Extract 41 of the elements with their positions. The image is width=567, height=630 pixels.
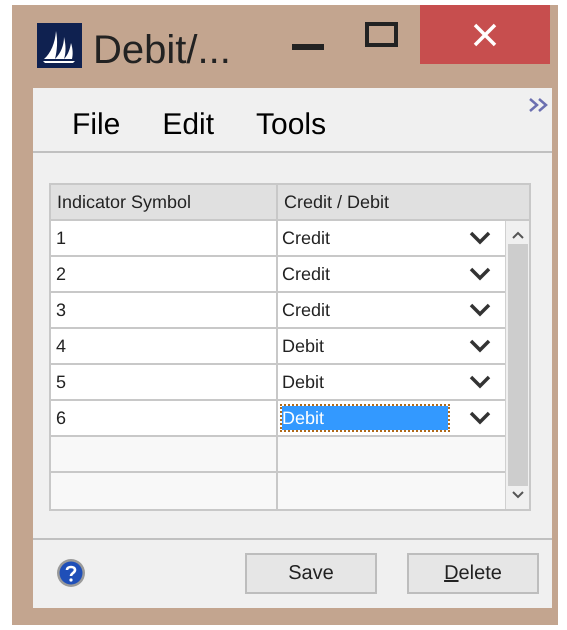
- dialog-button[interactable]: Save: [245, 552, 377, 594]
- vertical-scrollbar[interactable]: [505, 221, 529, 509]
- scroll-up-icon[interactable]: [510, 230, 524, 240]
- window-title: Debit/...: [93, 27, 231, 74]
- dropdown-cell[interactable]: Debit: [278, 365, 505, 399]
- dropdown-cell[interactable]: Debit: [278, 329, 505, 363]
- menu-item[interactable]: File: [72, 106, 120, 142]
- chevron-down-icon[interactable]: [469, 339, 491, 353]
- chevron-down-icon[interactable]: [469, 303, 491, 317]
- chevron-down-icon[interactable]: [469, 231, 491, 245]
- double-chevron-icon[interactable]: [528, 97, 550, 113]
- dropdown-value: Credit: [282, 299, 330, 322]
- dropdown-value: Credit: [282, 227, 330, 250]
- menu-item[interactable]: Tools: [256, 106, 326, 142]
- chevron-down-icon[interactable]: [469, 267, 491, 281]
- dialog-button[interactable]: Delete: [407, 552, 539, 594]
- table-cell: 6: [51, 401, 278, 435]
- help-icon[interactable]: [56, 558, 86, 588]
- sails-logo-icon: [37, 23, 82, 68]
- table-cell: 4: [51, 329, 278, 363]
- scrollbar-thumb[interactable]: [508, 244, 528, 486]
- column-header[interactable]: Indicator Symbol: [51, 185, 278, 219]
- close-icon: [473, 22, 497, 46]
- dropdown-value: Debit: [282, 371, 324, 394]
- chevron-down-icon[interactable]: [469, 411, 491, 425]
- chevron-down-icon[interactable]: [469, 375, 491, 389]
- close-button[interactable]: [420, 5, 550, 64]
- scroll-down-icon[interactable]: [510, 490, 524, 500]
- dropdown-cell[interactable]: Credit: [278, 257, 505, 291]
- column-header[interactable]: Credit / Debit: [278, 185, 529, 219]
- table-cell: 1: [51, 221, 278, 255]
- menu-item[interactable]: Edit: [162, 106, 214, 142]
- dropdown-value: Debit: [282, 406, 448, 430]
- dropdown-value: Credit: [282, 263, 330, 286]
- dropdown-value: Debit: [282, 335, 324, 358]
- dropdown-cell[interactable]: Credit: [278, 293, 505, 327]
- dropdown-cell[interactable]: Credit: [278, 221, 505, 255]
- maximize-icon[interactable]: [365, 22, 398, 47]
- table-cell: 2: [51, 257, 278, 291]
- table-cell: 3: [51, 293, 278, 327]
- table-cell: 5: [51, 365, 278, 399]
